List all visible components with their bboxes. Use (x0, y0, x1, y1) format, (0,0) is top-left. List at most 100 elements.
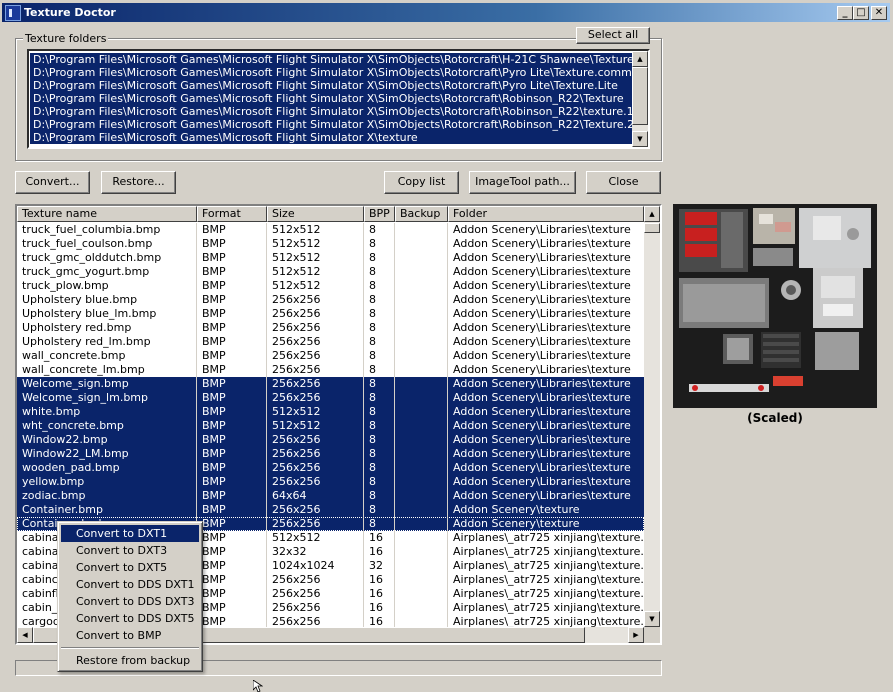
table-row[interactable]: Upholstery blue_lm.bmp BMP 256x256 8 Addon S… (17, 307, 644, 321)
scroll-right-button[interactable]: ▶ (628, 627, 644, 643)
column-separator (266, 503, 267, 517)
menu-item-convert-dds-dxt1[interactable]: Convert to DDS DXT1 (61, 576, 199, 593)
table-row[interactable]: zodiac.bmp BMP 64x64 8 Addon Scenery\Librari… (17, 489, 644, 503)
cell-format: BMP (202, 601, 226, 614)
cell-bpp: 8 (369, 223, 376, 236)
column-header-backup[interactable]: Backup (395, 206, 448, 222)
column-separator (363, 475, 364, 489)
imagetool-path-button[interactable]: ImageTool path... (469, 171, 576, 194)
scroll-up-button[interactable]: ▲ (632, 51, 648, 67)
menu-item-restore-backup[interactable]: Restore from backup (61, 652, 199, 669)
folder-item[interactable]: D:\Program Files\Microsoft Games\Microso… (30, 79, 632, 92)
scroll-up-button[interactable]: ▲ (644, 206, 660, 222)
column-separator (196, 363, 197, 377)
column-separator (363, 559, 364, 573)
scroll-thumb[interactable] (632, 67, 648, 125)
menu-item-convert-dds-dxt5[interactable]: Convert to DDS DXT5 (61, 610, 199, 627)
table-row[interactable]: truck_plow.bmp BMP 512x512 8 Addon Scenery\L… (17, 279, 644, 293)
scroll-down-button[interactable]: ▼ (632, 131, 648, 147)
folder-item[interactable]: D:\Program Files\Microsoft Games\Microso… (30, 66, 632, 79)
table-row[interactable]: wht_concrete.bmp BMP 512x512 8 Addon Scenery… (17, 419, 644, 433)
restore-button[interactable]: Restore... (101, 171, 176, 194)
folder-item[interactable]: D:\Program Files\Microsoft Games\Microso… (30, 118, 632, 131)
folder-item[interactable]: D:\Program Files\Microsoft Games\Microso… (30, 53, 632, 66)
table-row[interactable]: Upholstery red.bmp BMP 256x256 8 Addon Scene… (17, 321, 644, 335)
column-separator (447, 349, 448, 363)
folders-scrollbar[interactable]: ▲ ▼ (632, 51, 648, 147)
cell-format: BMP (202, 237, 226, 250)
scroll-down-button[interactable]: ▼ (644, 611, 660, 627)
cell-backup (395, 447, 448, 461)
table-row[interactable]: Welcome_sign.bmp BMP 256x256 8 Addon Scenery… (17, 377, 644, 391)
texture-folders-label: Texture folders (23, 32, 109, 45)
table-row[interactable]: truck_gmc_olddutch.bmp BMP 512x512 8 Addon S… (17, 251, 644, 265)
menu-item-convert-bmp[interactable]: Convert to BMP (61, 627, 199, 644)
table-vertical-scrollbar[interactable]: ▲ ▼ (644, 206, 660, 627)
menu-item-convert-dxt5[interactable]: Convert to DXT5 (61, 559, 199, 576)
folder-item[interactable]: D:\Program Files\Microsoft Games\Microso… (30, 92, 632, 105)
column-separator (394, 293, 395, 307)
arrow-up-icon: ▲ (649, 210, 655, 218)
maximize-button[interactable]: □ (853, 6, 869, 20)
menu-item-convert-dxt3[interactable]: Convert to DXT3 (61, 542, 199, 559)
copy-list-button[interactable]: Copy list (384, 171, 459, 194)
cell-bpp: 8 (369, 251, 376, 264)
cell-bpp: 16 (369, 587, 383, 600)
column-separator (266, 391, 267, 405)
table-row[interactable]: Container.bmp BMP 256x256 8 Addon Scenery\te… (17, 503, 644, 517)
convert-button[interactable]: Convert... (15, 171, 90, 194)
cell-size: 256x256 (272, 349, 321, 362)
cell-size: 256x256 (272, 321, 321, 334)
title-bar[interactable]: Texture Doctor _ □ ✕ (2, 3, 890, 22)
column-separator (447, 475, 448, 489)
scroll-left-button[interactable]: ◀ (17, 627, 33, 643)
folder-item[interactable]: D:\Program Files\Microsoft Games\Microso… (30, 105, 632, 118)
scroll-thumb[interactable] (644, 223, 660, 233)
table-row[interactable]: Upholstery red_lm.bmp BMP 256x256 8 Addon Sc… (17, 335, 644, 349)
table-row[interactable]: truck_fuel_columbia.bmp BMP 512x512 8 Addon … (17, 223, 644, 237)
cell-format: BMP (202, 391, 226, 404)
cell-name: truck_fuel_columbia.bmp (22, 223, 161, 236)
select-all-button[interactable]: Select all (576, 27, 650, 44)
table-row[interactable]: truck_fuel_coulson.bmp BMP 512x512 8 Addon S… (17, 237, 644, 251)
cell-format: BMP (202, 559, 226, 572)
column-separator (394, 237, 395, 251)
column-separator (363, 405, 364, 419)
menu-item-convert-dxt1[interactable]: Convert to DXT1 (61, 525, 199, 542)
column-header-bpp[interactable]: BPP (364, 206, 395, 222)
cell-name: Window22_LM.bmp (22, 447, 129, 460)
table-row[interactable]: wall_concrete.bmp BMP 256x256 8 Addon Scener… (17, 349, 644, 363)
table-row[interactable]: white.bmp BMP 512x512 8 Addon Scenery\Librar… (17, 405, 644, 419)
table-row[interactable]: wooden_pad.bmp BMP 256x256 8 Addon Scenery\L… (17, 461, 644, 475)
cell-format: BMP (202, 265, 226, 278)
column-separator (394, 335, 395, 349)
cell-bpp: 8 (369, 503, 376, 516)
close-button[interactable]: Close (586, 171, 661, 194)
cell-bpp: 8 (369, 293, 376, 306)
column-separator (266, 587, 267, 601)
minimize-button[interactable]: _ (837, 6, 853, 20)
column-separator (447, 391, 448, 405)
column-header-size[interactable]: Size (267, 206, 364, 222)
column-header-folder[interactable]: Folder (448, 206, 644, 222)
table-row[interactable]: truck_gmc_yogurt.bmp BMP 512x512 8 Addon Sce… (17, 265, 644, 279)
texture-folders-list[interactable]: D:\Program Files\Microsoft Games\Microso… (27, 49, 650, 149)
column-separator (394, 279, 395, 293)
cell-folder: Airplanes\_atr725 xinjiang\texture.xinji… (453, 573, 644, 586)
table-row[interactable]: Window22_LM.bmp BMP 256x256 8 Addon Scenery\… (17, 447, 644, 461)
column-separator (363, 517, 364, 531)
cell-size: 256x256 (272, 573, 321, 586)
column-header-format[interactable]: Format (197, 206, 267, 222)
column-header-texture-name[interactable]: Texture name (17, 206, 197, 222)
menu-item-convert-dds-dxt3[interactable]: Convert to DDS DXT3 (61, 593, 199, 610)
close-window-button[interactable]: ✕ (871, 6, 887, 20)
table-row[interactable]: yellow.bmp BMP 256x256 8 Addon Scenery\Libra… (17, 475, 644, 489)
table-row[interactable]: wall_concrete_lm.bmp BMP 256x256 8 Addon Sce… (17, 363, 644, 377)
folder-item[interactable]: D:\Program Files\Microsoft Games\Microso… (30, 131, 632, 144)
column-separator (394, 405, 395, 419)
column-separator (447, 419, 448, 433)
table-row[interactable]: Upholstery blue.bmp BMP 256x256 8 Addon Scen… (17, 293, 644, 307)
table-row[interactable]: Welcome_sign_lm.bmp BMP 256x256 8 Addon Scen… (17, 391, 644, 405)
table-row[interactable]: Window22.bmp BMP 256x256 8 Addon Scenery\Lib… (17, 433, 644, 447)
cell-name: Welcome_sign.bmp (22, 377, 129, 390)
